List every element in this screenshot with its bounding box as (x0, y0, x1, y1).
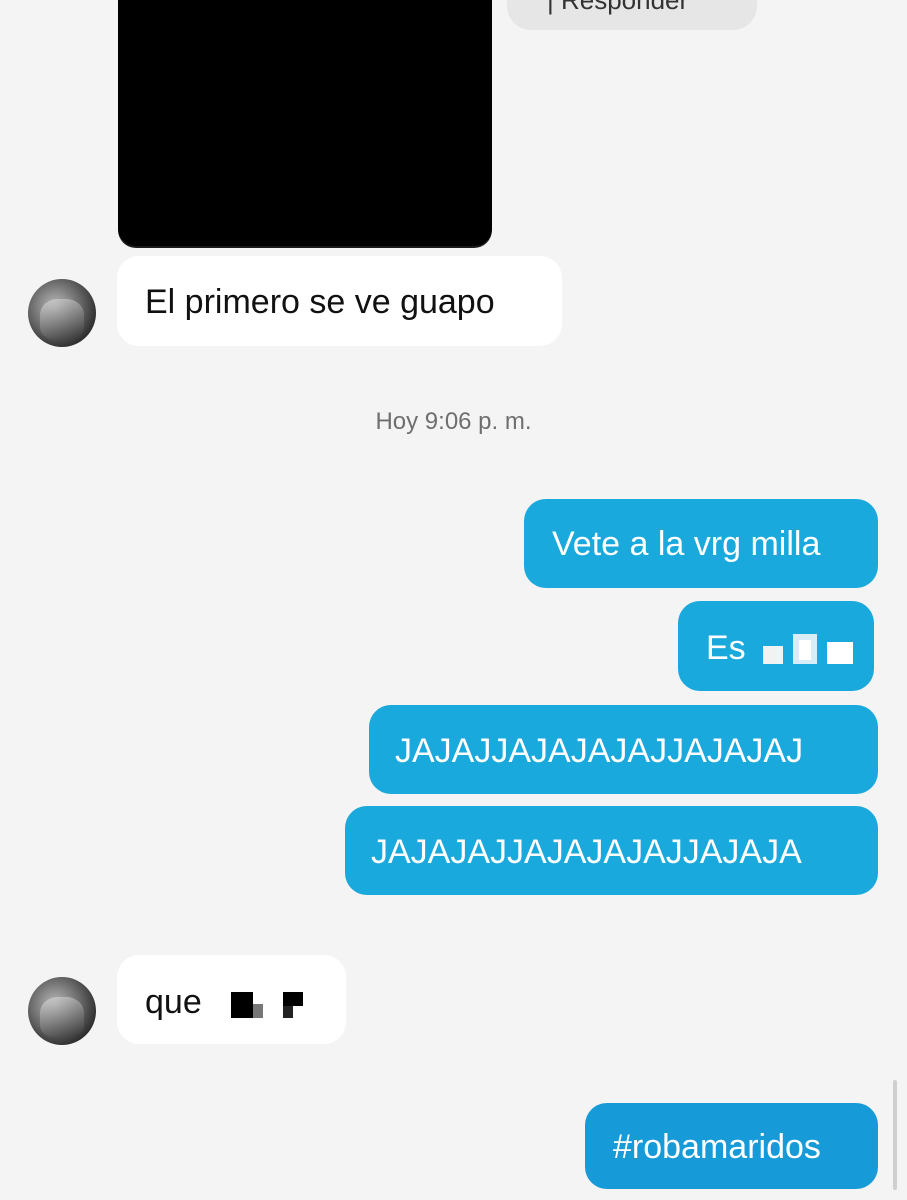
reply-button[interactable]: | Responder (507, 0, 757, 30)
contact-avatar[interactable] (28, 279, 96, 347)
incoming-message-bubble[interactable]: que (117, 955, 346, 1044)
message-text: El primero se ve guapo (145, 283, 495, 321)
message-text: JAJAJAJJAJAJAJAJJAJAJA (371, 833, 802, 871)
message-text: Es (706, 629, 746, 667)
outgoing-message-bubble[interactable]: Es (678, 601, 874, 691)
outgoing-message-bubble[interactable]: Vete a la vrg milla (524, 499, 878, 588)
message-text: Vete a la vrg milla (552, 525, 821, 563)
scrollbar[interactable] (893, 1080, 897, 1190)
incoming-message-bubble[interactable]: El primero se ve guapo (117, 256, 562, 346)
message-timestamp: Hoy 9:06 p. m. (375, 408, 532, 435)
message-text: #robamaridos (613, 1128, 821, 1166)
message-text: que (145, 983, 202, 1021)
redaction-pixels (211, 986, 321, 1022)
message-text: JAJAJJAJAJAJAJJAJAJAJ (395, 732, 804, 770)
shared-image[interactable] (118, 0, 492, 246)
outgoing-message-bubble[interactable]: JAJAJJAJAJAJAJJAJAJAJ (369, 705, 878, 794)
outgoing-message-bubble[interactable]: JAJAJAJJAJAJAJAJJAJAJA (345, 806, 878, 895)
redaction-pixels (755, 632, 865, 668)
outgoing-message-bubble[interactable]: #robamaridos (585, 1103, 878, 1189)
contact-avatar[interactable] (28, 977, 96, 1045)
